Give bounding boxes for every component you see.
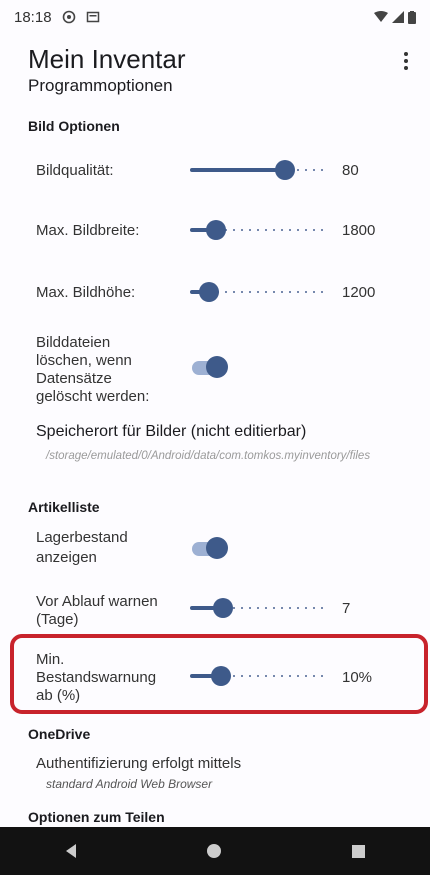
slider-thumb[interactable]: [275, 160, 296, 180]
slider-thumb[interactable]: [206, 220, 227, 240]
slider-thumb[interactable]: [210, 666, 231, 686]
max-width-label: Max. Bildbreite:: [36, 222, 140, 239]
show-stock-toggle[interactable]: [192, 537, 232, 559]
vpn-icon: [62, 10, 75, 24]
system-nav-bar: [0, 827, 430, 875]
home-icon[interactable]: [206, 844, 221, 858]
slider-thumb[interactable]: [213, 598, 233, 618]
image-quality-value: 80: [342, 162, 359, 179]
overflow-menu-icon[interactable]: [396, 46, 416, 76]
max-height-value: 1200: [342, 284, 376, 301]
warn-expiry-label: Vor Ablauf warnen (Tage): [36, 593, 158, 628]
max-width-value: 1800: [342, 222, 376, 239]
battery-icon: [408, 10, 416, 24]
show-stock-label: Lagerbestand anzeigen: [36, 529, 128, 566]
back-icon[interactable]: [65, 844, 76, 858]
auth-value: standard Android Web Browser: [46, 777, 213, 791]
delete-images-label: Bilddateien löschen, wenn Datensätze gel…: [36, 334, 150, 405]
max-height-slider[interactable]: [190, 282, 325, 302]
status-bar: 18:18: [0, 0, 430, 34]
image-quality-slider[interactable]: [190, 160, 325, 180]
recent-apps-icon[interactable]: [351, 844, 365, 858]
auth-label[interactable]: Authentifizierung erfolgt mittels: [36, 755, 241, 773]
warn-expiry-slider[interactable]: [190, 598, 325, 618]
storage-location-path: /storage/emulated/0/Android/data/com.tom…: [46, 450, 371, 462]
delete-images-toggle[interactable]: [192, 356, 232, 378]
section-article-list: Artikelliste: [28, 499, 100, 515]
min-stock-warning-value: 10%: [342, 669, 373, 686]
storage-location-label: Speicherort für Bilder (nicht editierbar…: [36, 423, 307, 440]
max-height-label: Max. Bildhöhe:: [36, 284, 136, 301]
app-title: Mein Inventar: [28, 44, 186, 74]
status-time: 18:18: [14, 8, 52, 26]
max-width-slider[interactable]: [190, 220, 325, 240]
image-quality-label: Bildqualität:: [36, 162, 114, 179]
app-bar: Mein Inventar Programmoptionen: [0, 34, 430, 102]
min-stock-warning-slider[interactable]: [190, 666, 325, 686]
warn-expiry-value: 7: [342, 600, 351, 617]
section-sharing: Optionen zum Teilen: [28, 809, 165, 825]
notification-icon: [86, 11, 99, 23]
app-subtitle: Programmoptionen: [28, 76, 173, 95]
signal-icon: [392, 11, 404, 23]
min-stock-warning-label: Min. Bestandswarnung ab (%): [36, 651, 157, 704]
section-image-options: Bild Optionen: [28, 118, 120, 134]
slider-thumb[interactable]: [199, 282, 220, 302]
section-onedrive: OneDrive: [28, 726, 91, 742]
wifi-icon: [374, 11, 388, 22]
